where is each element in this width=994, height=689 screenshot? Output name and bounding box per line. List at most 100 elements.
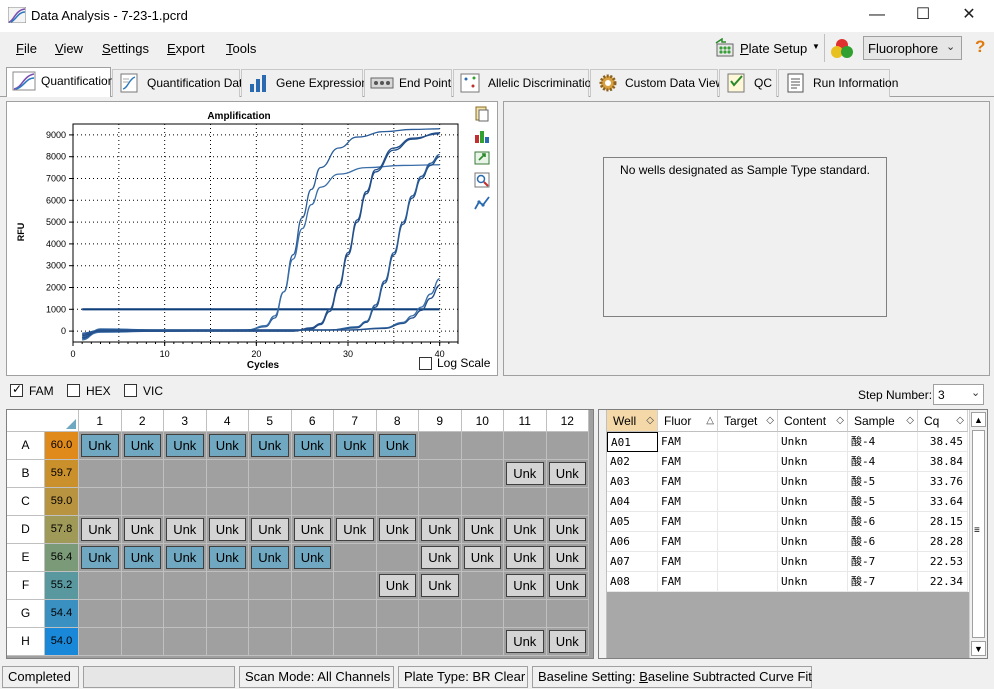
cell-fluor[interactable]: FAM [658, 552, 718, 572]
well-cell[interactable] [291, 488, 334, 516]
amplification-curve-4[interactable] [82, 133, 440, 336]
log-scale-checkbox[interactable] [419, 357, 432, 370]
well-cell[interactable]: Unk [376, 572, 419, 600]
fam-checkbox[interactable]: ✓ [10, 382, 23, 397]
tab-run-information[interactable]: Run Information [778, 69, 898, 97]
cell-fluor[interactable]: FAM [658, 512, 718, 532]
row-header[interactable]: B [7, 460, 45, 488]
scroll-down-icon[interactable]: ▼ [971, 641, 986, 656]
well-cell[interactable]: Unk [206, 432, 249, 460]
cell-sample[interactable]: 酸-6 [848, 532, 918, 552]
well-cell[interactable] [461, 488, 504, 516]
cell-sample[interactable]: 酸-4 [848, 432, 918, 452]
well-cell[interactable]: Unk [546, 572, 589, 600]
cell-content[interactable]: Unkn [778, 532, 848, 552]
cell-cq[interactable]: 28.15 [918, 512, 968, 532]
well-cell[interactable] [249, 628, 292, 656]
well-cell[interactable]: Unk [164, 432, 207, 460]
menu-tools[interactable]: Tools [226, 41, 256, 56]
well-cell[interactable] [504, 600, 547, 628]
vic-checkbox[interactable] [124, 384, 137, 397]
well-cell[interactable] [164, 628, 207, 656]
column-header[interactable]: 2 [121, 410, 164, 432]
well-B11[interactable]: Unk [506, 462, 544, 485]
amplification-curve-2[interactable] [82, 164, 440, 338]
row-header[interactable]: D [7, 516, 45, 544]
cell-fluor[interactable]: FAM [658, 492, 718, 512]
well-cell[interactable]: Unk [461, 516, 504, 544]
cell-well[interactable]: A06 [607, 532, 658, 552]
well-cell[interactable] [461, 432, 504, 460]
well-D5[interactable]: Unk [251, 518, 289, 541]
well-D1[interactable]: Unk [81, 518, 119, 541]
well-cell[interactable]: Unk [291, 432, 334, 460]
menu-export[interactable]: Export [167, 41, 205, 56]
help-icon[interactable]: ? [975, 37, 985, 57]
chart-options-icon[interactable] [473, 127, 491, 145]
zoom-chart-icon[interactable] [473, 171, 491, 189]
cell-sample[interactable]: 酸-7 [848, 552, 918, 572]
vertical-scrollbar[interactable]: ▲ ≡ ▼ [969, 410, 987, 658]
well-cell[interactable]: Unk [504, 572, 547, 600]
well-cell[interactable] [376, 600, 419, 628]
well-cell[interactable] [206, 572, 249, 600]
row-header[interactable]: E [7, 544, 45, 572]
well-cell[interactable] [334, 600, 377, 628]
close-button[interactable]: ✕ [946, 0, 992, 32]
amplification-curve-3[interactable] [82, 132, 440, 337]
well-cell[interactable] [461, 600, 504, 628]
well-cell[interactable]: Unk [249, 432, 292, 460]
well-cell[interactable] [164, 600, 207, 628]
well-cell[interactable] [419, 432, 462, 460]
well-cell[interactable] [164, 488, 207, 516]
column-header[interactable]: 10 [461, 410, 504, 432]
well-cell[interactable]: Unk [79, 544, 122, 572]
well-cell[interactable]: Unk [504, 628, 547, 656]
well-E12[interactable]: Unk [548, 546, 586, 569]
well-cell[interactable]: Unk [291, 544, 334, 572]
well-cell[interactable] [334, 488, 377, 516]
cell-sample[interactable]: 酸-7 [848, 572, 918, 592]
cell-fluor[interactable]: FAM [658, 452, 718, 472]
cell-sample[interactable]: 酸-4 [848, 452, 918, 472]
cell-well[interactable]: A01 [607, 432, 658, 452]
well-H12[interactable]: Unk [548, 630, 586, 653]
tab-gene-expression[interactable]: Gene Expression [241, 69, 368, 97]
well-cell[interactable] [249, 460, 292, 488]
column-header[interactable]: 1 [79, 410, 122, 432]
well-H11[interactable]: Unk [506, 630, 544, 653]
cell-well[interactable]: A07 [607, 552, 658, 572]
cell-target[interactable] [718, 572, 778, 592]
well-cell[interactable] [206, 488, 249, 516]
well-E5[interactable]: Unk [251, 546, 289, 569]
well-cell[interactable] [206, 628, 249, 656]
well-cell[interactable]: Unk [546, 516, 589, 544]
well-cell[interactable] [376, 460, 419, 488]
well-cell[interactable] [376, 488, 419, 516]
tab-qc[interactable]: QC [719, 69, 777, 97]
well-cell[interactable] [121, 600, 164, 628]
well-cell[interactable] [504, 432, 547, 460]
cell-cq[interactable]: 33.76 [918, 472, 968, 492]
cell-content[interactable]: Unkn [778, 492, 848, 512]
well-cell[interactable] [334, 572, 377, 600]
well-A7[interactable]: Unk [336, 434, 374, 457]
column-header-fluor[interactable]: Fluor △ [658, 410, 718, 432]
well-cell[interactable] [546, 600, 589, 628]
well-D11[interactable]: Unk [506, 518, 544, 541]
tab-end-point[interactable]: End Point [364, 69, 452, 97]
row-header[interactable]: H [7, 628, 45, 656]
column-header-cq[interactable]: Cq ◇ [918, 410, 968, 432]
well-cell[interactable] [164, 572, 207, 600]
well-cell[interactable]: Unk [334, 516, 377, 544]
well-cell[interactable] [291, 628, 334, 656]
column-header-content[interactable]: Content ◇ [778, 410, 848, 432]
well-cell[interactable]: Unk [79, 432, 122, 460]
cell-content[interactable]: Unkn [778, 572, 848, 592]
tab-custom-data-view[interactable]: Custom Data View [590, 69, 724, 97]
well-D7[interactable]: Unk [336, 518, 374, 541]
well-cell[interactable]: Unk [121, 432, 164, 460]
well-cell[interactable] [164, 460, 207, 488]
cell-target[interactable] [718, 432, 778, 452]
trace-style-icon[interactable] [473, 194, 491, 212]
